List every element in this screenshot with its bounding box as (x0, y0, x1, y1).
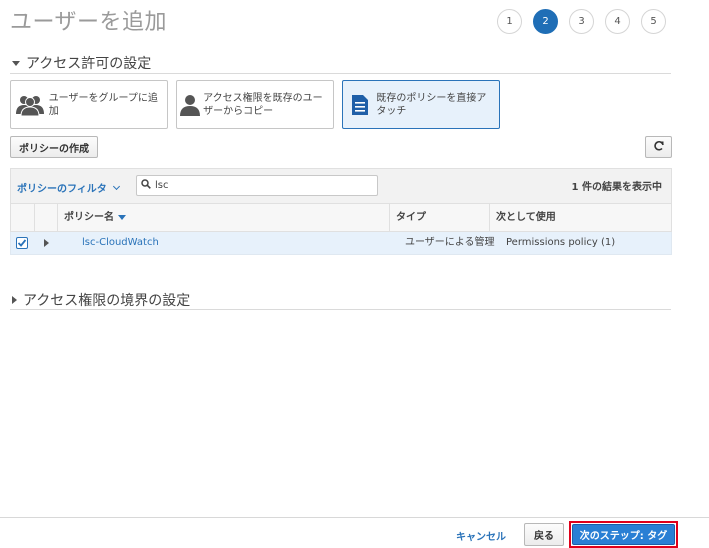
search-icon (141, 179, 151, 192)
step-3[interactable]: 3 (569, 9, 594, 34)
document-icon (343, 94, 376, 116)
table-row[interactable]: lsc-CloudWatch ユーザーによる管理 Permissions pol… (10, 232, 672, 255)
refresh-icon (653, 140, 665, 155)
step-2[interactable]: 2 (533, 9, 558, 34)
row-checkbox[interactable] (16, 237, 28, 249)
create-policy-button[interactable]: ポリシーの作成 (10, 136, 98, 158)
policy-filter-dropdown[interactable]: ポリシーのフィルタ (17, 180, 120, 195)
option-copy-permissions[interactable]: アクセス権限を既存のユーザーからコピー (176, 80, 334, 129)
checkmark-icon (17, 239, 27, 247)
option-add-to-group-label: ユーザーをグループに追加 (48, 92, 158, 117)
next-button-highlight: 次のステップ: タグ (569, 521, 678, 548)
option-attach-policies[interactable]: 既存のポリシーを直接アタッチ (342, 80, 500, 129)
chevron-down-icon (112, 182, 120, 190)
caret-down-icon (12, 60, 20, 66)
option-copy-permissions-label: アクセス権限を既存のユーザーからコピー (203, 92, 323, 117)
column-header-policy-name[interactable]: ポリシー名 (57, 204, 389, 231)
option-add-to-group[interactable]: ユーザーをグループに追加 (10, 80, 168, 129)
column-header-type[interactable]: タイプ (389, 204, 489, 231)
filter-bar: ポリシーのフィルタ 1 件の結果を表示中 (10, 168, 672, 204)
next-step-button[interactable]: 次のステップ: タグ (572, 524, 675, 545)
policy-type: ユーザーによる管理 (405, 237, 495, 248)
expand-column-header (34, 204, 57, 231)
policy-filter-label: ポリシーのフィルタ (17, 184, 107, 195)
boundary-section-title: アクセス権限の境界の設定 (23, 293, 191, 309)
refresh-button[interactable] (645, 136, 672, 158)
back-button[interactable]: 戻る (524, 523, 564, 546)
caret-right-icon (12, 296, 17, 304)
section-divider (10, 309, 671, 310)
permissions-section-toggle[interactable]: アクセス許可の設定 (12, 53, 151, 73)
table-header: ポリシー名 タイプ 次として使用 (10, 204, 672, 232)
policy-used-as: Permissions policy (1) (506, 237, 616, 248)
option-attach-policies-label: 既存のポリシーを直接アタッチ (376, 92, 487, 117)
sort-desc-icon (118, 214, 126, 220)
step-1[interactable]: 1 (497, 9, 522, 34)
search-box (136, 175, 378, 196)
cancel-link[interactable]: キャンセル (456, 528, 506, 543)
result-count: 1 件の結果を表示中 (571, 182, 662, 193)
user-icon (177, 94, 203, 116)
page-title: ユーザーを追加 (10, 10, 168, 35)
search-input[interactable] (155, 180, 365, 191)
wizard-footer: キャンセル 戻る 次のステップ: タグ (0, 517, 709, 548)
row-expand-toggle[interactable] (44, 239, 52, 247)
column-header-used-as[interactable]: 次として使用 (489, 204, 673, 231)
user-group-icon (11, 94, 49, 116)
policy-name-header-label: ポリシー名 (64, 212, 114, 223)
policy-name-link[interactable]: lsc-CloudWatch (82, 232, 159, 254)
permissions-section-title: アクセス許可の設定 (26, 56, 152, 72)
checkbox-column-header (11, 204, 34, 231)
step-4[interactable]: 4 (605, 9, 630, 34)
boundary-section-toggle[interactable]: アクセス権限の境界の設定 (12, 290, 190, 310)
caret-right-icon (44, 239, 49, 247)
step-5[interactable]: 5 (641, 9, 666, 34)
section-divider (10, 73, 671, 74)
